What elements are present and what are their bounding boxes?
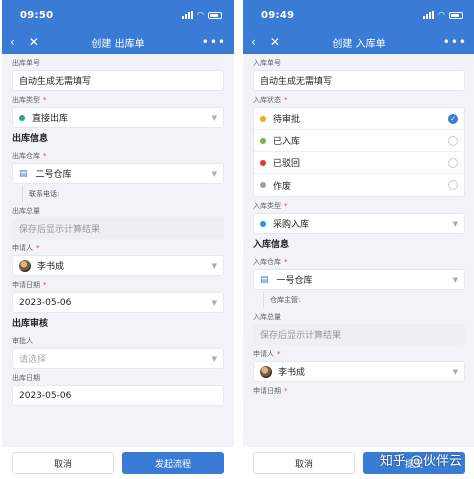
warehouse-icon: ▤ (260, 274, 269, 285)
required-mark: * (284, 202, 288, 210)
chevron-down-icon: ▼ (452, 367, 458, 376)
avatar (19, 259, 31, 272)
battery-icon (208, 11, 222, 19)
section-outbound-info: 出库信息 (12, 134, 49, 144)
applicant-select[interactable]: 李书成 ▼ (12, 255, 224, 276)
status-bar: 09:49 ◠ (243, 0, 474, 30)
form-content[interactable]: 入库单号 自动生成无需填写 入库状态 * 待审批 ✓ 已入库 已驳回 作废 入库… (243, 54, 474, 479)
approver-label: 审批人 (12, 337, 33, 345)
applicant-label: 申请人 (253, 350, 274, 358)
nav-bar: ‹ ✕ 创建 入库单 ••• (243, 30, 474, 54)
action-bar: 取消 提交 (243, 447, 474, 479)
date-picker[interactable]: 2023-05-06 ▼ (12, 292, 224, 313)
wifi-icon: ◠ (197, 10, 204, 19)
total-field: 保存后显示计算结果 (12, 218, 224, 239)
battery-icon (449, 11, 463, 19)
required-mark: * (284, 258, 288, 266)
applicant-select[interactable]: 李书成 ▼ (253, 361, 465, 382)
radio-option[interactable]: 已驳回 (254, 152, 464, 174)
status-dot (260, 137, 266, 144)
cancel-button[interactable]: 取消 (12, 452, 114, 474)
status-dot (260, 115, 266, 122)
inbound-type-select[interactable]: 采购入库 ▼ (253, 213, 465, 234)
outbound-form-screen: 09:50 ◠ ‹ ✕ 创建 出库单 ••• 出库单号 自动生成无需填写 出库类… (2, 0, 234, 479)
required-mark: * (284, 387, 288, 395)
total-label: 出库总量 (12, 207, 40, 215)
status-dot (260, 182, 266, 188)
order-no-field: 自动生成无需填写 (253, 70, 465, 91)
radio-option[interactable]: 待审批 ✓ (254, 108, 464, 130)
order-no-label: 出库单号 (12, 59, 40, 67)
chevron-down-icon: ▼ (211, 169, 217, 178)
status-time: 09:49 (261, 9, 295, 21)
chevron-down-icon: ▼ (211, 261, 217, 270)
back-icon[interactable]: ‹ (251, 35, 256, 49)
status-radio-group: 待审批 ✓ 已入库 已驳回 作废 (253, 107, 465, 197)
outbound-type-select[interactable]: 直接出库 ▼ (12, 107, 224, 128)
required-mark: * (43, 152, 47, 160)
order-no-field: 自动生成无需填写 (12, 70, 224, 91)
required-mark: * (43, 281, 47, 289)
radio-option[interactable]: 已入库 (254, 130, 464, 152)
action-bar: 取消 发起流程 (2, 447, 234, 479)
status-bar: 09:50 ◠ (2, 0, 234, 30)
signal-icon (423, 11, 435, 19)
avatar (260, 365, 272, 378)
close-icon[interactable]: ✕ (29, 35, 39, 49)
close-icon[interactable]: ✕ (270, 35, 280, 49)
nav-bar: ‹ ✕ 创建 出库单 ••• (2, 30, 234, 54)
status-time: 09:50 (20, 9, 54, 21)
out-date-label: 出库日期 (12, 374, 40, 382)
out-date-picker[interactable]: 2023-05-06 (12, 385, 224, 406)
chevron-down-icon: ▼ (211, 298, 217, 307)
approver-select[interactable]: 请选择 ▼ (12, 348, 224, 369)
check-icon[interactable]: ✓ (448, 113, 458, 124)
section-inbound-info: 入库信息 (253, 240, 290, 250)
status-label: 入库状态 (253, 96, 281, 104)
date-label: 申请日期 (12, 281, 40, 289)
type-dot (19, 114, 25, 121)
type-dot (260, 220, 266, 227)
required-mark: * (277, 350, 281, 358)
warehouse-label: 出库仓库 (12, 152, 40, 160)
warehouse-icon: ▤ (19, 168, 28, 179)
total-label: 入库总量 (253, 313, 281, 321)
radio-circle-icon[interactable] (448, 180, 458, 190)
order-no-label: 入库单号 (253, 59, 281, 67)
form-content[interactable]: 出库单号 自动生成无需填写 出库类型 * 直接出库 ▼ 出库信息 出库仓库 * ▤ … (2, 54, 234, 479)
status-dot (260, 159, 266, 166)
required-mark: * (43, 96, 47, 104)
radio-circle-icon[interactable] (448, 135, 458, 146)
inbound-form-screen: 09:49 ◠ ‹ ✕ 创建 入库单 ••• 入库单号 自动生成无需填写 入库状… (243, 0, 474, 479)
required-mark: * (284, 96, 288, 104)
total-field: 保存后显示计算结果 (253, 324, 465, 345)
chevron-down-icon: ▼ (211, 354, 217, 363)
applicant-label: 申请人 (12, 244, 33, 252)
chevron-down-icon: ▼ (452, 275, 458, 284)
required-mark: * (36, 244, 40, 252)
warehouse-label: 入库仓库 (253, 258, 281, 266)
type-label: 出库类型 (12, 96, 40, 104)
more-icon[interactable]: ••• (202, 35, 226, 49)
chevron-down-icon: ▼ (452, 219, 458, 228)
contact-phone: 联系电话: (22, 186, 224, 202)
type-label: 入库类型 (253, 202, 281, 210)
start-workflow-button[interactable]: 发起流程 (122, 452, 224, 474)
wifi-icon: ◠ (438, 10, 445, 19)
warehouse-select[interactable]: ▤ 一号仓库 ▼ (253, 269, 465, 290)
signal-icon (182, 11, 194, 19)
cancel-button[interactable]: 取消 (253, 452, 355, 474)
back-icon[interactable]: ‹ (10, 35, 15, 49)
radio-circle-icon[interactable] (448, 157, 458, 168)
submit-button[interactable]: 提交 (363, 452, 465, 474)
section-outbound-review: 出库审核 (12, 319, 49, 329)
date-label: 申请日期 (253, 387, 281, 395)
warehouse-select[interactable]: ▤ 二号仓库 ▼ (12, 163, 224, 184)
warehouse-manager: 仓库主管: (263, 292, 465, 308)
chevron-down-icon: ▼ (211, 113, 217, 122)
radio-option[interactable]: 作废 (254, 174, 464, 196)
more-icon[interactable]: ••• (443, 35, 467, 49)
